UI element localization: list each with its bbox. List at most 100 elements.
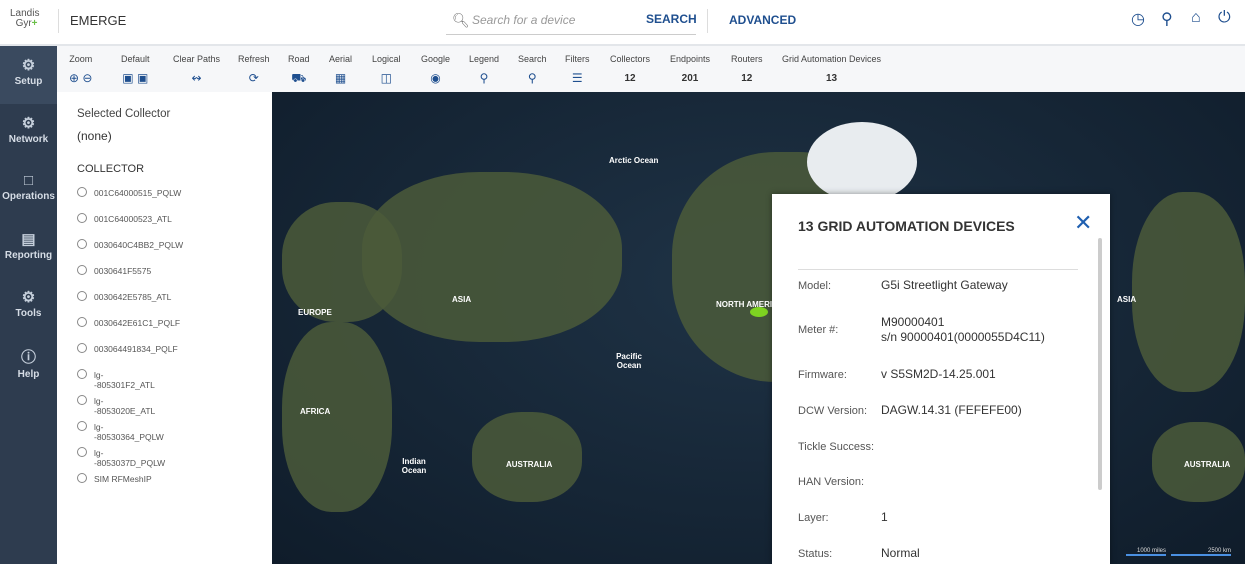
logo: Landis Gyr+ bbox=[10, 9, 39, 29]
serial-number: s/n 90000401(0000055D4C11) bbox=[881, 330, 1045, 344]
collector-label: 001C64000515_PQLW bbox=[94, 188, 182, 198]
routers-count[interactable]: Routers 12 bbox=[731, 54, 763, 84]
count: 201 bbox=[681, 73, 699, 84]
default-image-icon[interactable]: ▣ bbox=[137, 71, 148, 85]
clipboard-icon: ▤ bbox=[21, 231, 36, 248]
collector-radio[interactable]: 0030642E5785_ATL bbox=[77, 291, 183, 318]
endpoints-count[interactable]: Endpoints 201 bbox=[670, 54, 710, 84]
sidebar-label: Operations bbox=[2, 191, 55, 202]
count: 12 bbox=[624, 73, 636, 84]
count: 12 bbox=[741, 73, 753, 84]
label: Legend bbox=[469, 54, 500, 64]
collector-radio[interactable]: lg- -80530364_PQLW bbox=[77, 421, 183, 448]
home-icon[interactable]: ⌂ bbox=[1191, 9, 1201, 27]
collector-radio[interactable]: 0030640C4BB2_PQLW bbox=[77, 239, 184, 266]
map-label: EUROPE bbox=[298, 308, 332, 317]
collector-radio[interactable]: 0030642E61C1_PQLF bbox=[77, 317, 183, 344]
map-label: Arctic Ocean bbox=[609, 156, 659, 165]
sidebar: ⚙ Setup ⚙ Network □ Operations ▤ Reporting ⚙… bbox=[0, 46, 57, 564]
device-details-card: 13 GRID AUTOMATION DEVICES ✕ Model: G5i … bbox=[772, 194, 1110, 564]
search-button[interactable]: SEARCH bbox=[646, 12, 697, 26]
filters-button[interactable]: Filters ☰ bbox=[565, 54, 590, 85]
sidebar-label: Setup bbox=[14, 76, 43, 87]
close-icon[interactable]: ✕ bbox=[1074, 210, 1092, 236]
search-tool-button[interactable]: Search ⚲ bbox=[518, 54, 547, 85]
greenland-ice bbox=[807, 122, 917, 202]
default-group: Default ▣ ▣ bbox=[121, 54, 150, 85]
collector-radio[interactable]: lg- -805301F2_ATL bbox=[77, 369, 183, 396]
sidebar-item-network[interactable]: ⚙ Network bbox=[0, 104, 57, 162]
label: Road bbox=[288, 54, 310, 64]
hierarchy-icon: ◫ bbox=[380, 71, 392, 85]
scale-miles: 1000 miles bbox=[1126, 548, 1166, 556]
zoom-in-icon[interactable]: ⊕ bbox=[69, 71, 79, 85]
collector-panel: Selected Collector (none) COLLECTOR 001C… bbox=[57, 92, 272, 564]
aerial-button[interactable]: Aerial ▦ bbox=[329, 54, 352, 85]
search-input[interactable]: Search for a device bbox=[472, 13, 575, 27]
map-pin-icon[interactable]: ⚲ bbox=[1161, 9, 1173, 29]
field-value: M90000401 s/n 90000401(0000055D4C11) bbox=[881, 315, 1045, 345]
field-label: Layer: bbox=[798, 512, 829, 524]
device-cluster-marker[interactable] bbox=[750, 307, 768, 317]
field-label: DCW Version: bbox=[798, 405, 868, 417]
search-icon: 🔍︎ bbox=[452, 12, 470, 28]
collector-radio[interactable]: 001C64000515_PQLW bbox=[77, 187, 183, 214]
header: Landis Gyr+ EMERGE 🔍︎ Search for a devic… bbox=[0, 0, 1245, 46]
field-value: v S5SM2D-14.25.001 bbox=[881, 367, 996, 381]
advanced-button[interactable]: ADVANCED bbox=[729, 13, 796, 27]
legend-button[interactable]: Legend ⚲ bbox=[469, 54, 499, 85]
collector-radio[interactable]: 001C64000523_ATL bbox=[77, 213, 183, 240]
land-asia bbox=[362, 172, 622, 342]
count: 13 bbox=[825, 73, 838, 84]
collector-label: -8053037D_PQLW bbox=[94, 458, 166, 468]
label: Refresh bbox=[238, 54, 270, 64]
divider bbox=[58, 9, 59, 33]
google-button[interactable]: Google ◉ bbox=[421, 54, 450, 85]
power-icon[interactable]: ⏻ bbox=[1218, 9, 1231, 27]
collector-label: lg- bbox=[94, 422, 104, 432]
collector-radio[interactable]: SIM RFMeshIP bbox=[77, 473, 183, 500]
road-button[interactable]: Road ⛟ bbox=[288, 54, 310, 87]
collector-label: SIM RFMeshIP bbox=[94, 474, 152, 484]
collector-label: 0030641F5575 bbox=[94, 266, 152, 276]
collector-radio[interactable]: lg- -8053020E_ATL bbox=[77, 395, 183, 422]
collector-list: 001C64000515_PQLW 001C64000523_ATL 00306… bbox=[77, 187, 184, 500]
collector-radio[interactable]: 003064491834_PQLF bbox=[77, 343, 183, 370]
map-icon: ▦ bbox=[334, 71, 347, 85]
land-asia-right bbox=[1132, 192, 1245, 392]
field-label: Status: bbox=[798, 548, 833, 560]
label: Clear Paths bbox=[173, 54, 221, 64]
zoom-group: Zoom ⊕ ⊖ bbox=[69, 54, 92, 85]
sidebar-item-tools[interactable]: ⚙ Tools bbox=[0, 278, 57, 336]
collector-label: -8053020E_ATL bbox=[94, 406, 156, 416]
map-label: Indian Ocean bbox=[401, 457, 427, 475]
sidebar-item-setup[interactable]: ⚙ Setup bbox=[0, 46, 57, 104]
collector-label: -805301F2_ATL bbox=[94, 380, 155, 390]
label: Default bbox=[121, 54, 150, 64]
sidebar-item-reporting[interactable]: ▤ Reporting bbox=[0, 220, 57, 278]
refresh-button[interactable]: Refresh ⟳ bbox=[238, 54, 270, 85]
sidebar-item-help[interactable]: ⓘ Help bbox=[0, 336, 57, 394]
map-toolbar: Zoom ⊕ ⊖ Default ▣ ▣ Clear Paths ↭ Refresh ⟳… bbox=[57, 46, 1245, 92]
collector-radio[interactable]: lg- -8053037D_PQLW bbox=[77, 447, 183, 474]
collectors-count[interactable]: Collectors 12 bbox=[610, 54, 650, 84]
clear-paths-button[interactable]: Clear Paths ↭ bbox=[173, 54, 220, 85]
collector-label: 0030640C4BB2_PQLW bbox=[94, 240, 184, 250]
default-view-icon[interactable]: ▣ bbox=[122, 71, 133, 85]
sidebar-label: Tools bbox=[15, 308, 42, 319]
map-label: AUSTRALIA bbox=[506, 460, 553, 469]
logical-button[interactable]: Logical ◫ bbox=[372, 54, 401, 85]
grid-automation-count[interactable]: Grid Automation Devices 13 bbox=[782, 54, 881, 84]
field-value: 1 bbox=[881, 510, 888, 524]
label: Collectors bbox=[610, 54, 651, 64]
scrollbar[interactable] bbox=[1098, 238, 1102, 490]
card-title: 13 GRID AUTOMATION DEVICES bbox=[798, 218, 1015, 234]
folder-icon: □ bbox=[23, 172, 34, 189]
dashboard-icon[interactable]: ◷ bbox=[1131, 9, 1145, 29]
divider bbox=[707, 9, 708, 33]
collector-radio[interactable]: 0030641F5575 bbox=[77, 265, 183, 292]
sidebar-item-operations[interactable]: □ Operations bbox=[0, 162, 57, 220]
zoom-out-icon[interactable]: ⊖ bbox=[82, 71, 92, 85]
logo-plus: + bbox=[31, 18, 38, 29]
sidebar-label: Help bbox=[17, 369, 40, 380]
